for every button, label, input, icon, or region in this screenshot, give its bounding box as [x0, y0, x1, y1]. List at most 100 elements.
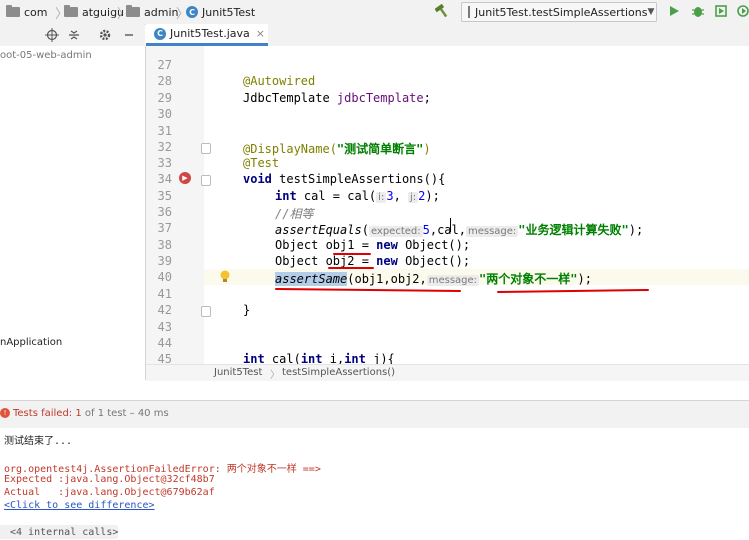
line-number: 29 — [157, 91, 172, 105]
code-text: ,cal, — [429, 223, 466, 237]
internal-calls-label: <4 internal calls> — [10, 527, 119, 538]
test-config-icon — [468, 6, 470, 18]
method-call: assertEquals — [275, 223, 362, 237]
annotation-underline — [333, 253, 371, 255]
parameter-hint: message: — [465, 226, 519, 237]
annotation: @DisplayName( — [243, 142, 337, 156]
keyword: int — [275, 189, 297, 203]
folder-icon — [6, 5, 20, 17]
code-punct: ; — [423, 91, 431, 105]
code-punct: = — [354, 254, 377, 268]
code-punct: , — [393, 189, 409, 203]
test-failed-icon: ! — [0, 408, 10, 418]
tab-junit5test-java[interactable]: C Junit5Test.java × — [146, 24, 268, 46]
line-number: 32 — [157, 140, 172, 154]
tab-label: Junit5Test.java — [170, 27, 250, 40]
run-configuration-select[interactable]: Junit5Test.testSimpleAssertions ▼ — [461, 2, 657, 22]
annotation: @Autowired — [243, 74, 316, 88]
line-number: 28 — [157, 74, 172, 88]
string-literal: "两个对象不一样" — [479, 272, 578, 286]
breadcrumb-atguigu[interactable]: atguigu — [64, 4, 124, 20]
status-detail: of 1 test – 40 ms — [81, 408, 169, 419]
line-number: 37 — [157, 221, 172, 235]
fold-icon[interactable] — [201, 175, 211, 186]
line-number: 30 — [157, 107, 172, 121]
code-line-39: Object obj2 = new Object(); — [275, 254, 470, 268]
run-test-failed-icon[interactable]: ▶ — [179, 172, 191, 184]
annotation: @Test — [243, 156, 280, 170]
console-error-line: org.opentest4j.AssertionFailedError: 两个对… — [4, 464, 321, 475]
console-expected-line: Expected :java.lang.Object@32cf48b7 — [4, 474, 215, 485]
code-punct: ( — [361, 223, 369, 237]
project-application-item[interactable]: nApplication — [0, 337, 62, 348]
line-number: 27 — [157, 58, 172, 72]
code-line-32: @DisplayName("测试简单断言") — [243, 140, 431, 157]
folder-icon — [64, 5, 78, 17]
method-declaration: testSimpleAssertions(){ — [271, 172, 446, 186]
line-number: 36 — [157, 205, 172, 219]
lightbulb-icon[interactable] — [218, 268, 232, 282]
code-line-29: JdbcTemplate jdbcTemplate; — [243, 91, 431, 105]
type-name: Object — [275, 238, 326, 252]
comment: //相等 — [275, 207, 314, 221]
code-line-36: //相等 — [275, 205, 313, 222]
breadcrumb-separator: 〉 — [270, 370, 280, 381]
editor-breadcrumb: Junit5Test 〉 testSimpleAssertions() — [146, 364, 749, 381]
line-number: 40 — [157, 270, 172, 284]
selected-method-call: assertSame — [275, 272, 348, 286]
closing-brace: } — [243, 303, 251, 317]
coverage-icon[interactable] — [713, 3, 729, 19]
breadcrumb-class[interactable]: C Junit5Test — [186, 4, 255, 20]
text-cursor — [450, 218, 451, 232]
code-line-33: @Test — [243, 156, 279, 170]
collapse-all-icon[interactable] — [66, 27, 82, 43]
gear-icon[interactable] — [97, 27, 113, 43]
breadcrumb-com[interactable]: com — [6, 4, 48, 20]
project-toolbar — [0, 24, 145, 47]
parameter-hint: j: — [408, 192, 419, 203]
line-number: 38 — [157, 238, 172, 252]
code-text: (obj1,obj2, — [347, 272, 427, 286]
breadcrumb-label: admin — [144, 5, 179, 19]
keyword: void — [243, 172, 272, 186]
breadcrumb-admin[interactable]: admin — [126, 4, 178, 20]
minimize-icon[interactable] — [121, 27, 137, 43]
test-status: Tests failed: 1 of 1 test – 40 ms — [13, 408, 169, 419]
line-number: 31 — [157, 124, 172, 138]
type-name: Object — [275, 254, 326, 268]
number-literal: 3 — [386, 189, 394, 203]
breadcrumb-label: com — [24, 5, 48, 19]
line-number: 39 — [157, 254, 172, 268]
variable-name: obj1 — [325, 238, 355, 252]
run-panel-header: ! Tests failed: 1 of 1 test – 40 ms — [0, 400, 749, 429]
run-icon[interactable] — [666, 3, 682, 19]
debug-icon[interactable] — [690, 3, 706, 19]
see-difference-link[interactable]: <Click to see difference> — [4, 500, 155, 511]
field-name: jdbcTemplate — [336, 91, 424, 105]
fold-icon[interactable] — [201, 143, 211, 154]
locate-target-icon[interactable] — [44, 27, 60, 43]
class-icon: C — [186, 6, 198, 18]
line-number: 41 — [157, 287, 172, 301]
fold-icon[interactable] — [201, 306, 211, 317]
close-icon[interactable]: × — [256, 27, 265, 40]
project-root-item[interactable]: oot-05-web-admin — [0, 50, 92, 61]
string-literal: "测试简单断言" — [336, 142, 424, 156]
breadcrumb-method-label[interactable]: testSimpleAssertions() — [282, 367, 395, 378]
code-punct: = — [354, 238, 377, 252]
build-hammer-icon[interactable] — [434, 3, 450, 19]
console-actual-line: Actual :java.lang.Object@679b62af — [4, 487, 215, 498]
code-line-40: assertSame(obj1,obj2, message: "两个对象不一样"); — [275, 270, 592, 287]
variable-name: obj2 — [325, 254, 355, 268]
parameter-hint: message: — [426, 275, 480, 286]
line-number: 34 — [157, 172, 172, 186]
code-line-38: Object obj1 = new Object(); — [275, 238, 470, 252]
code-punct: ); — [628, 223, 644, 237]
line-number: 43 — [157, 320, 172, 334]
folder-icon — [126, 5, 140, 17]
keyword: new — [376, 254, 398, 268]
breadcrumb-class-label[interactable]: Junit5Test — [214, 367, 262, 378]
line-number: 33 — [157, 156, 172, 170]
code-line-34: void testSimpleAssertions(){ — [243, 172, 445, 186]
profile-icon[interactable] — [735, 3, 749, 19]
